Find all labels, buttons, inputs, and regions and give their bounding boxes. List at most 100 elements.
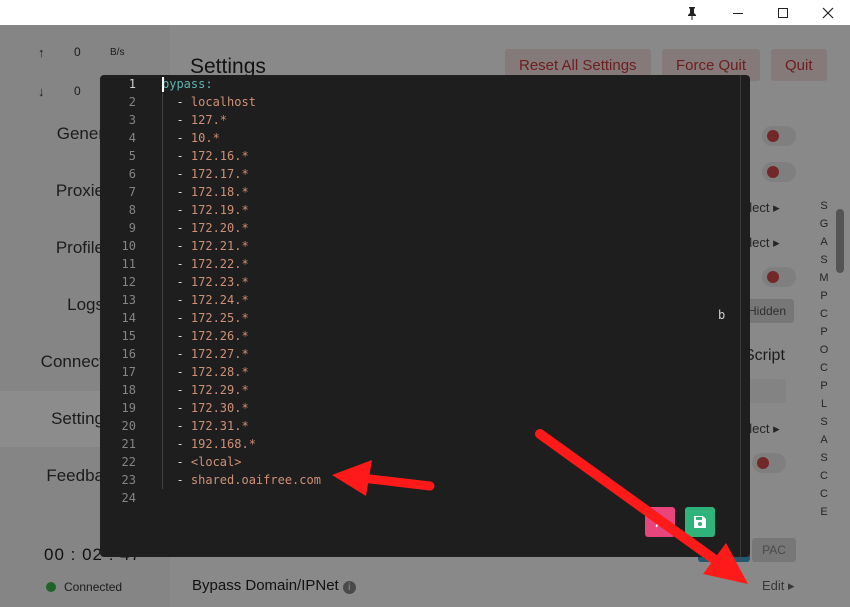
line-number: 11 [121,257,136,271]
code-line: - 172.30.* [162,399,249,417]
pin-icon[interactable] [670,0,714,25]
list-dash: - [162,149,191,163]
line-number: 6 [128,167,136,181]
list-dash: - [162,383,191,397]
line-number: 17 [121,365,136,379]
yaml-value: 172.28.* [190,365,249,379]
yaml-value: 172.20.* [190,221,249,235]
list-dash: - [162,113,191,127]
code-line: - shared.oaifree.com [162,471,321,489]
code-line: - 172.28.* [162,363,249,381]
yaml-value: 172.18.* [190,185,249,199]
line-number: 3 [128,113,136,127]
minimize-icon[interactable] [716,0,760,25]
yaml-value: 172.17.* [190,167,249,181]
list-dash: - [162,95,191,109]
line-number: 9 [128,221,136,235]
list-dash: - [162,203,191,217]
list-dash: - [162,329,191,343]
line-number-gutter: 1 2 3 4 5 6 7 8 9 10 11 12 13 14 15 16 17 18 19 20 21 22 23 24 [100,75,146,557]
line-number: 8 [128,203,136,217]
list-dash: - [162,401,191,415]
yaml-value: 127.* [190,113,228,127]
line-number: 24 [121,491,136,505]
code-line: - 172.20.* [162,219,249,237]
code-line: - 172.27.* [162,345,249,363]
code-line: - 172.25.* [162,309,249,327]
line-number: 16 [121,347,136,361]
line-number: 12 [121,275,136,289]
line-number: 23 [121,473,136,487]
code-line: bypass: [162,75,213,93]
line-number: 2 [128,95,136,109]
yaml-value: 172.25.* [190,311,249,325]
window-titlebar [0,0,850,25]
list-dash: - [162,167,191,181]
maximize-icon[interactable] [761,0,805,25]
list-dash: - [162,473,191,487]
code-line: - 172.24.* [162,291,249,309]
code-line: - <local> [162,453,241,471]
yaml-value: 192.168.* [190,437,256,451]
code-line: - 172.21.* [162,237,249,255]
line-number: 15 [121,329,136,343]
code-line: - 172.31.* [162,417,248,435]
list-dash: - [162,239,191,253]
list-dash: - [162,185,191,199]
list-dash: - [162,437,191,451]
code-line: - 192.168.* [162,435,256,453]
list-dash: - [162,131,191,145]
code-line: - 172.18.* [162,183,249,201]
line-number: 10 [121,239,136,253]
code-line: - 172.16.* [162,147,249,165]
editor-ruler [740,75,741,557]
yaml-value: 172.29.* [190,383,249,397]
line-number: 5 [128,149,136,163]
yaml-value: 172.24.* [190,293,249,307]
yaml-value: 10.* [190,131,220,145]
list-dash: - [162,455,191,469]
code-line: - 172.17.* [162,165,249,183]
save-button[interactable] [685,507,715,537]
yaml-value: 172.23.* [190,275,249,289]
save-icon [694,516,706,528]
close-icon[interactable] [806,0,850,25]
yaml-value: <local> [190,455,242,469]
list-dash: - [162,311,191,325]
code-line: - 172.19.* [162,201,248,219]
list-dash: - [162,365,191,379]
yaml-value: 172.27.* [190,347,249,361]
yaml-value: 172.26.* [190,329,249,343]
yaml-value: 172.16.* [190,149,249,163]
cancel-button[interactable]: ✗ [645,507,675,537]
list-dash: - [162,293,191,307]
code-line: - localhost [162,93,256,111]
yaml-value: 172.22.* [190,257,249,271]
code-line: - 172.23.* [162,273,249,291]
stray-char: b [718,308,726,322]
line-number: 18 [121,383,136,397]
yaml-value: 172.30.* [190,401,249,415]
list-dash: - [162,347,191,361]
code-line: - 127.* [162,111,227,129]
line-number: 20 [121,419,136,433]
list-dash: - [162,275,191,289]
list-dash: - [162,419,191,433]
yaml-value: 172.21.* [190,239,249,253]
line-number: 4 [128,131,136,145]
line-number: 1 [128,77,136,91]
text-cursor [162,77,164,92]
yaml-key: bypass: [162,77,213,91]
code-line: - 172.26.* [162,327,249,345]
line-number: 13 [121,293,136,307]
list-dash: - [162,221,191,235]
code-line: - 172.29.* [162,381,249,399]
line-number: 22 [121,455,136,469]
line-number: 21 [121,437,136,451]
line-number: 7 [128,185,136,199]
line-number: 19 [121,401,136,415]
bypass-editor-modal: 1 2 3 4 5 6 7 8 9 10 11 12 13 14 15 16 17 18 19 20 21 22 23 24 … [100,75,750,557]
line-number: 14 [121,311,136,325]
yaml-value: shared.oaifree.com [190,473,321,487]
list-dash: - [162,257,191,271]
